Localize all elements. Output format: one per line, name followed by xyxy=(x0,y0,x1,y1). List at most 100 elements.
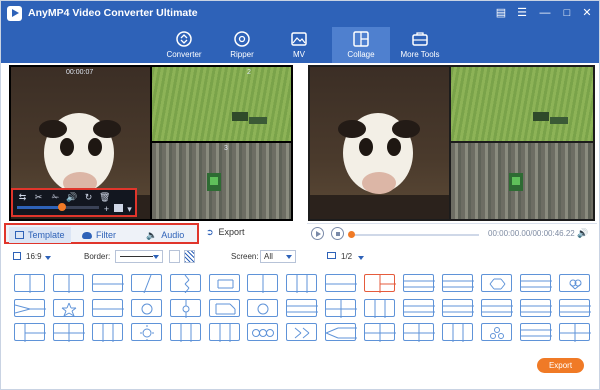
feedback-icon[interactable]: ▤ xyxy=(493,5,509,21)
template-thumbnail[interactable] xyxy=(169,274,201,293)
border-style-select[interactable] xyxy=(115,250,163,263)
template-thumbnail[interactable] xyxy=(480,274,512,292)
tab-template[interactable]: Template xyxy=(9,227,71,243)
template-thumbnail[interactable] xyxy=(130,274,162,293)
template-thumbnail[interactable] xyxy=(441,298,474,317)
template-thumbnail[interactable] xyxy=(286,298,319,317)
seek-bar[interactable] xyxy=(348,231,479,238)
nav-converter[interactable]: Converter xyxy=(155,27,213,63)
menu-icon[interactable]: ☰ xyxy=(514,5,530,21)
template-thumbnail[interactable] xyxy=(558,298,591,317)
template-thumbnail[interactable] xyxy=(169,298,201,318)
screen-fit-icon[interactable] xyxy=(114,204,123,212)
template-thumbnail[interactable] xyxy=(364,323,397,342)
border-pattern-toggle[interactable] xyxy=(184,250,195,263)
template-thumbnail[interactable] xyxy=(14,298,46,317)
export-button[interactable]: Export xyxy=(537,358,584,373)
template-thumbnail[interactable] xyxy=(325,323,358,341)
collage-cell-field[interactable]: 2 xyxy=(152,67,291,141)
template-thumbnail[interactable] xyxy=(208,323,240,342)
template-thumbnail[interactable] xyxy=(169,323,201,342)
tab-filter[interactable]: Filter xyxy=(78,227,134,243)
template-thumbnail[interactable] xyxy=(519,274,552,292)
template-thumbnail[interactable] xyxy=(247,323,279,341)
minimize-icon[interactable]: — xyxy=(537,5,553,21)
border-color-picker[interactable] xyxy=(169,250,180,263)
template-thumbnail[interactable] xyxy=(403,298,435,317)
play-button[interactable] xyxy=(311,227,324,240)
page-chevron-down-icon[interactable] xyxy=(358,256,364,260)
template-thumbnail[interactable] xyxy=(52,274,84,293)
template-thumbnail[interactable] xyxy=(325,298,358,318)
swap-icon[interactable]: ⇆ xyxy=(17,192,28,202)
template-thumbnail[interactable] xyxy=(52,323,85,342)
template-thumbnail[interactable] xyxy=(441,274,474,292)
template-thumbnail[interactable] xyxy=(247,298,279,317)
template-thumbnail[interactable] xyxy=(286,323,318,341)
template-thumbnail[interactable] xyxy=(247,274,279,293)
delete-icon[interactable]: 🗑 xyxy=(99,192,110,202)
template-thumbnail[interactable] xyxy=(364,274,397,293)
close-icon[interactable]: ✕ xyxy=(579,5,595,21)
cut-clip-icon[interactable]: ✂ xyxy=(33,192,44,202)
volume-slider[interactable] xyxy=(17,203,99,211)
template-thumbnail[interactable] xyxy=(208,274,240,292)
template-layout-icon xyxy=(143,275,152,293)
scissors-icon[interactable]: ✁ xyxy=(50,192,61,202)
template-thumbnail[interactable] xyxy=(480,298,513,317)
aspect-ratio-value[interactable]: 16:9 xyxy=(26,252,42,261)
filter-icon xyxy=(82,232,92,239)
nav-ripper[interactable]: Ripper xyxy=(213,27,271,63)
toolbox-icon xyxy=(412,32,428,46)
template-layout-icon xyxy=(379,275,397,293)
template-layout-icon xyxy=(184,275,189,293)
template-thumbnail[interactable] xyxy=(558,274,590,292)
chevron-down-icon[interactable]: ▾ xyxy=(124,204,135,214)
template-thumbnail[interactable] xyxy=(364,298,396,318)
nav-more-tools-label: More Tools xyxy=(400,50,440,59)
template-thumbnail[interactable] xyxy=(558,323,591,342)
nav-mv[interactable]: MV xyxy=(270,27,328,63)
template-layout-icon xyxy=(257,303,269,314)
border-chevron-down-icon xyxy=(153,255,159,259)
template-thumbnail[interactable] xyxy=(14,323,46,342)
template-layout-icon xyxy=(481,305,513,312)
seek-knob[interactable] xyxy=(348,231,355,238)
volume-slider-knob[interactable] xyxy=(58,203,67,211)
template-thumbnail[interactable] xyxy=(403,323,435,342)
tab-export[interactable]: ➲ Export xyxy=(206,227,245,238)
nav-more-tools[interactable]: More Tools xyxy=(389,27,451,63)
maximize-icon[interactable]: □ xyxy=(559,5,575,21)
template-thumbnail[interactable] xyxy=(91,298,124,317)
collage-cell-aerial[interactable]: 3 xyxy=(152,143,291,219)
template-thumbnail[interactable] xyxy=(130,323,162,341)
template-thumbnail[interactable] xyxy=(441,323,473,342)
tab-audio[interactable]: 🔈 Audio xyxy=(144,227,194,243)
template-thumbnail[interactable] xyxy=(519,323,552,341)
aerial-tractor-image xyxy=(207,173,221,191)
template-thumbnail[interactable] xyxy=(130,298,162,317)
nav-collage[interactable]: Collage xyxy=(332,27,390,63)
ratio-chevron-down-icon[interactable] xyxy=(45,256,51,260)
template-thumbnail[interactable] xyxy=(91,274,124,292)
template-thumbnail[interactable] xyxy=(52,298,84,317)
template-thumbnail[interactable] xyxy=(286,274,318,293)
template-thumbnail[interactable] xyxy=(325,274,358,292)
template-thumbnail[interactable] xyxy=(403,274,435,292)
template-layout-icon xyxy=(520,329,552,337)
stop-button[interactable] xyxy=(331,227,344,240)
screen-select[interactable]: All xyxy=(260,250,296,263)
collage-editor-preview[interactable]: 00:00:07 2 3 ⇆ ✂ ✁ 🔊 ↻ 🗑 + ▾ xyxy=(9,65,293,221)
plus-icon[interactable]: + xyxy=(101,204,112,214)
template-thumbnail[interactable] xyxy=(91,323,123,342)
template-layout-icon xyxy=(559,305,591,312)
template-thumbnail[interactable] xyxy=(208,298,240,317)
template-thumbnail[interactable] xyxy=(519,298,552,317)
volume-icon[interactable]: 🔊 xyxy=(66,192,77,202)
volume-icon-player[interactable]: 🔊 xyxy=(577,228,588,239)
mv-icon xyxy=(291,32,307,46)
template-thumbnail[interactable] xyxy=(14,274,45,293)
template-thumbnail[interactable] xyxy=(480,323,512,341)
rotate-icon[interactable]: ↻ xyxy=(83,192,94,202)
template-layout-icon xyxy=(180,324,192,342)
